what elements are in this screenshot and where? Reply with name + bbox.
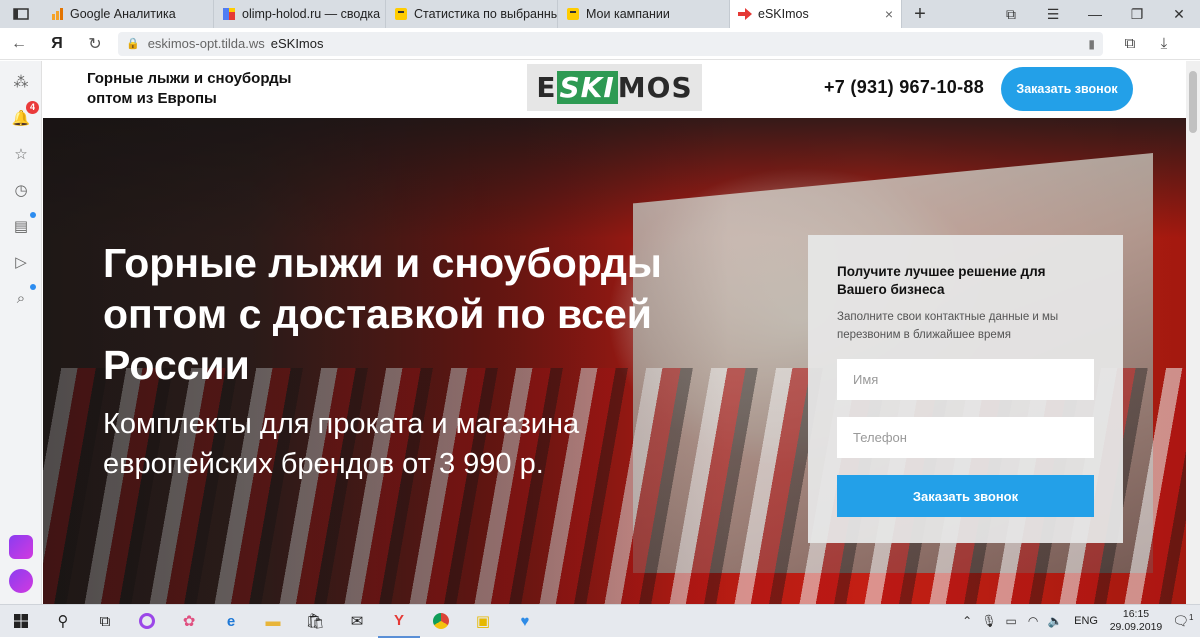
tab-eskimos[interactable]: eSKImos ×: [730, 0, 902, 28]
tab-google-analytics[interactable]: Google Аналитика: [42, 0, 214, 28]
action-center-icon[interactable]: 🗨1: [1166, 613, 1200, 629]
phone-number[interactable]: +7 (931) 967-10-88: [824, 77, 984, 98]
clock[interactable]: 16:15 29.09.2019: [1106, 608, 1166, 634]
yandex-browser-icon[interactable]: Y: [378, 605, 420, 638]
tab-title: Google Аналитика: [70, 7, 176, 21]
url-page-title: eSKImos: [270, 36, 324, 51]
tab-title: Статистика по выбранны: [414, 7, 558, 21]
update-dot: [30, 284, 36, 290]
site-logo[interactable]: E SKI MOS: [527, 64, 702, 111]
tab-title: olimp-holod.ru — сводка: [242, 7, 381, 21]
bookmarks-icon[interactable]: ⧉: [990, 6, 1032, 23]
search-icon[interactable]: ⚲: [42, 605, 84, 638]
name-input[interactable]: Имя: [837, 359, 1094, 400]
browser-sidebar: ⁂ 🔔 4 ☆ ◷ ▤ ▷ ⌕: [0, 61, 42, 604]
window-controls: ⧉ ☰ — ❐ ✕: [990, 0, 1200, 28]
store-icon[interactable]: 🛍: [294, 605, 336, 638]
hero-subtitle: Комплекты для проката и магазина европей…: [103, 408, 580, 480]
scrollbar-thumb[interactable]: [1189, 71, 1197, 133]
form-description: Заполните свои контактные данные и мы пе…: [837, 311, 1059, 341]
folder-icon[interactable]: ▬: [252, 605, 294, 638]
edge-icon[interactable]: e: [210, 605, 252, 638]
clock-date: 29.09.2019: [1109, 621, 1163, 633]
alice-apps-icon[interactable]: [9, 535, 33, 559]
tab-title: eSKImos: [758, 7, 809, 21]
hero-title: Горные лыжи и сноуборды оптом с доставко…: [103, 240, 662, 388]
sidebar-toggle-icon: [13, 8, 29, 20]
tab-statistics[interactable]: Статистика по выбранны: [386, 0, 558, 28]
system-tray: ⌃ 🎙 ▭ ◠ 🔈 ENG 16:15 29.09.2019 🗨1: [956, 605, 1200, 638]
page-scrollbar[interactable]: [1186, 61, 1200, 604]
sticky-notes-icon[interactable]: ▣: [462, 605, 504, 638]
volume-icon[interactable]: 🔈: [1044, 614, 1066, 628]
translate-icon[interactable]: ⧉: [1113, 35, 1147, 52]
hero-section: Горные лыжи и сноуборды оптом с доставко…: [43, 118, 1186, 604]
paint-icon[interactable]: ✿: [168, 605, 210, 638]
url-domain: eskimos-opt.tilda.ws: [147, 36, 265, 51]
new-tab-button[interactable]: +: [902, 0, 938, 28]
url-field[interactable]: 🔒 eskimos-opt.tilda.ws eSKImos ▮: [118, 31, 1103, 56]
wifi-icon[interactable]: ◠: [1022, 614, 1044, 628]
analytics-icon: [50, 7, 64, 21]
action-center-count: 1: [1189, 612, 1194, 622]
chevron-up-icon[interactable]: ⌃: [956, 614, 978, 628]
reload-icon[interactable]: ↻: [76, 34, 114, 54]
direct-icon: [566, 7, 580, 21]
back-icon[interactable]: ←: [0, 35, 38, 53]
phone-input[interactable]: Телефон: [837, 417, 1094, 458]
notification-badge: 4: [26, 101, 39, 114]
site-header: Горные лыжи и сноуборды оптом из Европы …: [43, 61, 1186, 118]
form-submit-button[interactable]: Заказать звонок: [837, 475, 1094, 517]
close-window-icon[interactable]: ✕: [1158, 6, 1200, 23]
task-view-icon[interactable]: ⧉: [84, 605, 126, 638]
windows-taskbar: ⚲ ⧉ ✿ e ▬ 🛍 ✉ Y ▣ ♥ ⌃ 🎙 ▭ ◠ 🔈 ENG 16:15 …: [0, 604, 1200, 638]
lead-form: Получите лучшее решение для Вашего бизне…: [808, 235, 1123, 543]
grid-icon[interactable]: ⁂: [10, 71, 32, 93]
site-tagline: Горные лыжи и сноуборды оптом из Европы: [87, 70, 292, 107]
lock-icon: 🔒: [126, 38, 140, 50]
language-indicator[interactable]: ENG: [1074, 615, 1098, 627]
tab-campaigns[interactable]: Мои кампании: [558, 0, 730, 28]
history-icon[interactable]: ◷: [10, 179, 32, 201]
metrika-icon: [222, 7, 236, 21]
arrow-icon: [738, 7, 752, 21]
tab-title: Мои кампании: [586, 7, 670, 21]
bookmark-icon[interactable]: ▮: [1088, 37, 1095, 51]
clock-time: 16:15: [1122, 608, 1150, 620]
request-call-button[interactable]: Заказать звонок: [1001, 67, 1133, 111]
alice-icon[interactable]: [9, 569, 33, 593]
mail-icon[interactable]: ✉: [336, 605, 378, 638]
update-dot: [30, 212, 36, 218]
collections-icon[interactable]: ▤: [10, 215, 32, 237]
direct-icon: [394, 7, 408, 21]
logo-part: E: [536, 71, 557, 104]
play-icon[interactable]: ▷: [10, 251, 32, 273]
menu-icon[interactable]: ☰: [1032, 6, 1074, 23]
maps-icon[interactable]: ♥: [504, 605, 546, 638]
browser-tab-strip: Google Аналитика olimp-holod.ru — сводка…: [0, 0, 1200, 28]
microphone-icon[interactable]: 🎙: [978, 614, 1000, 628]
logo-part: MOS: [617, 71, 693, 104]
star-icon[interactable]: ☆: [10, 143, 32, 165]
logo-text: E SKI MOS: [536, 71, 692, 104]
yandex-icon[interactable]: Я: [38, 35, 76, 53]
close-icon[interactable]: ×: [885, 6, 893, 22]
chrome-icon[interactable]: [420, 605, 462, 638]
minimize-icon[interactable]: —: [1074, 6, 1116, 22]
battery-icon[interactable]: ▭: [1000, 614, 1022, 628]
form-title: Получите лучшее решение для Вашего бизне…: [837, 264, 1046, 297]
logo-part: SKI: [556, 71, 618, 104]
windows-start-icon[interactable]: [0, 605, 42, 638]
alice-taskbar-icon[interactable]: [126, 605, 168, 638]
address-bar: ← Я ↻ 🔒 eskimos-opt.tilda.ws eSKImos ▮ ⧉…: [0, 28, 1200, 60]
download-icon[interactable]: ⤓: [1147, 35, 1181, 52]
sidebar-toggle-button[interactable]: [0, 0, 42, 28]
tab-olimp-holod[interactable]: olimp-holod.ru — сводка: [214, 0, 386, 28]
search-icon[interactable]: ⌕: [10, 287, 32, 309]
restore-icon[interactable]: ❐: [1116, 6, 1158, 23]
